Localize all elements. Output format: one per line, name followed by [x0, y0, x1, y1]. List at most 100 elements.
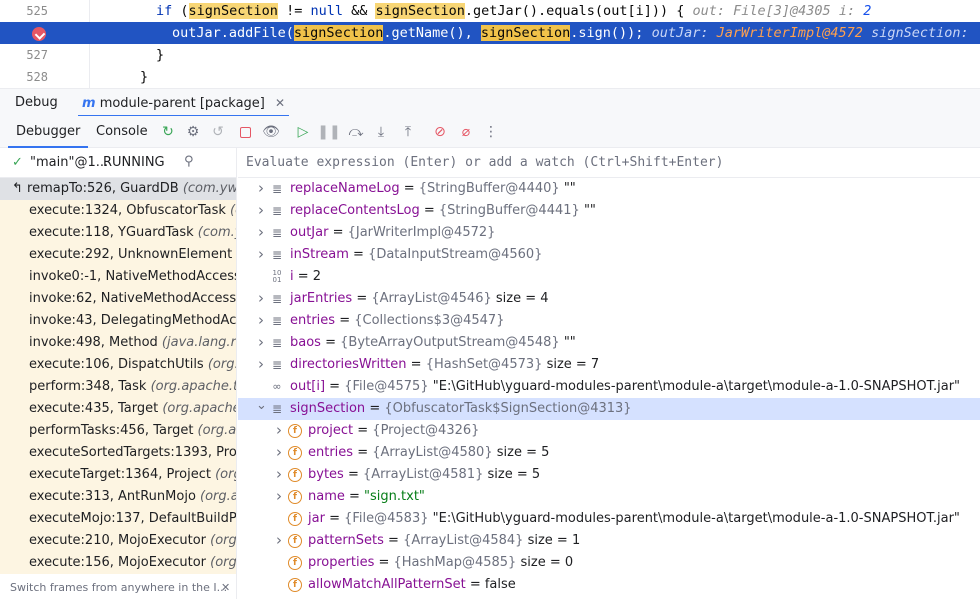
object-icon: ≣: [271, 314, 283, 328]
chevron-right-icon[interactable]: ›: [256, 222, 266, 244]
stack-frame[interactable]: execute:106, DispatchUtils (org.a: [0, 354, 236, 376]
pause-icon[interactable]: ❚❚: [317, 123, 340, 141]
restart-icon[interactable]: ↺: [209, 123, 227, 141]
inline-hint-value: JarWriterImpl@4572: [716, 25, 863, 41]
chevron-right-icon[interactable]: ›: [256, 310, 266, 332]
stack-frame[interactable]: ↰ remapTo:526, GuardDB (com.ywo: [0, 178, 236, 200]
evaluate-expression-input[interactable]: Evaluate expression (Enter) or add a wat…: [238, 148, 980, 178]
inline-hint-name: i:: [838, 3, 856, 19]
field-icon: f: [288, 512, 302, 526]
code-line[interactable]: 528 }: [0, 66, 980, 88]
variable-row[interactable]: ∞ out[i] = {File@4575} "E:\GitHub\yguard-…: [238, 376, 980, 398]
field-icon: f: [288, 490, 302, 504]
stack-frame[interactable]: executeMojo:137, DefaultBuildPlu: [0, 508, 236, 530]
step-over-icon[interactable]: ⤼: [347, 123, 365, 141]
variable-row[interactable]: › ≣ entries = {Collections$3@4547}: [238, 310, 980, 332]
frame-location: execute:118, YGuardTask: [29, 225, 198, 240]
edit-config-icon[interactable]: ⚙: [184, 123, 202, 141]
more-icon[interactable]: ⋮: [482, 123, 500, 141]
stack-frame[interactable]: perform:348, Task (org.apache.to: [0, 376, 237, 398]
inline-hint-value: File[3]@4305: [733, 3, 831, 19]
close-icon[interactable]: ✕: [275, 96, 285, 110]
chevron-right-icon[interactable]: ›: [256, 178, 266, 200]
inline-hint-name: out:: [692, 3, 725, 19]
stack-frame[interactable]: execute:118, YGuardTask (com.yw: [0, 222, 236, 244]
filter-icon[interactable]: ⚲: [184, 154, 194, 169]
variable-row[interactable]: › f patternSets = {ArrayList@4584} size = …: [238, 530, 980, 552]
stack-frame[interactable]: invoke:62, NativeMethodAccesso: [0, 288, 236, 310]
thread-selector[interactable]: ✓ "main"@1... RUNNING ⚲: [0, 148, 236, 178]
variable-name: outJar: [290, 225, 329, 240]
current-execution-line[interactable]: outJar.addFile(signSection.getName(), si…: [0, 22, 980, 44]
variable-row[interactable]: › f project = {Project@4326}: [238, 420, 980, 442]
rerun-icon[interactable]: ↻: [159, 123, 177, 141]
watch-icon: ∞: [272, 380, 282, 393]
stack-frame[interactable]: invoke0:-1, NativeMethodAccess: [0, 266, 236, 288]
code-editor[interactable]: 525 if (signSection != null && signSecti…: [0, 0, 980, 88]
chevron-right-icon[interactable]: ›: [256, 200, 266, 222]
variable-row[interactable]: › ≣ inStream = {DataInputStream@4560}: [238, 244, 980, 266]
close-icon[interactable]: ✕: [221, 577, 230, 599]
variable-row[interactable]: › f bytes = {ArrayList@4581} size = 5: [238, 464, 980, 486]
variable-row[interactable]: f allowMatchAllPatternSet = false: [238, 574, 980, 596]
frame-package: (org.apache.to: [150, 379, 237, 394]
object-icon: ≣: [271, 226, 283, 240]
resume-icon[interactable]: ▷: [294, 123, 312, 141]
variable-type: {ByteArrayOutputStream@4548}: [340, 335, 560, 350]
stack-frame[interactable]: execute:435, Target (org.apache.: [0, 398, 236, 420]
chevron-right-icon[interactable]: ›: [256, 332, 266, 354]
variable-row[interactable]: › ≣ baos = {ByteArrayOutputStream@4548} "": [238, 332, 980, 354]
inline-hint-name: outJar:: [651, 25, 709, 41]
stack-frame[interactable]: execute:292, UnknownElement (: [0, 244, 236, 266]
chevron-right-icon[interactable]: ›: [256, 288, 266, 310]
variable-row[interactable]: 10 01 i = 2: [238, 266, 980, 288]
variable-row[interactable]: › ≣ replaceContentsLog = {StringBuffer@444…: [238, 200, 980, 222]
variable-row[interactable]: › f entries = {ArrayList@4580} size = 5: [238, 442, 980, 464]
chevron-right-icon[interactable]: ›: [274, 486, 284, 508]
stack-frame[interactable]: execute:156, MojoExecutor (org.a: [0, 552, 236, 574]
stop-icon[interactable]: [236, 123, 254, 141]
frame-location: executeSortedTargets:1393, Proj: [29, 445, 237, 460]
variables-pane: Evaluate expression (Enter) or add a wat…: [238, 148, 980, 599]
step-into-icon[interactable]: ⤓: [372, 123, 390, 141]
frame-package: (org.a: [215, 467, 236, 482]
code-line[interactable]: 525 if (signSection != null && signSecti…: [0, 0, 980, 22]
stack-frame[interactable]: executeSortedTargets:1393, Proj: [0, 442, 237, 464]
chevron-right-icon[interactable]: ›: [256, 244, 266, 266]
variable-row[interactable]: › ≣ directoriesWritten = {HashSet@4573} si…: [238, 354, 980, 376]
breakpoints-icon[interactable]: ⊘: [431, 123, 449, 141]
stack-frame[interactable]: execute:313, AntRunMojo (org.ap: [0, 486, 236, 508]
tab-session-label: module-parent [package]: [99, 96, 265, 111]
variable-value: "": [563, 335, 576, 350]
tab-session[interactable]: m module-parent [package] ✕: [78, 89, 290, 117]
chevron-down-icon[interactable]: ⌄: [256, 398, 267, 420]
stack-frame[interactable]: execute:1324, ObfuscatorTask (c: [0, 200, 236, 222]
variable-row[interactable]: f jar = {File@4583} "E:\GitHub\yguard-mod…: [238, 508, 980, 530]
variable-row[interactable]: ⌄ ≣ signSection = {ObfuscatorTask$SignSect…: [238, 398, 980, 420]
tab-console[interactable]: Console: [96, 116, 148, 148]
mute-breakpoints-icon[interactable]: ⌀: [457, 123, 475, 141]
variable-row[interactable]: f properties = {HashMap@4585} size = 0: [238, 552, 980, 574]
stack-frame[interactable]: execute:210, MojoExecutor (org.a: [0, 530, 236, 552]
variable-row[interactable]: › ≣ outJar = {JarWriterImpl@4572}: [238, 222, 980, 244]
chevron-right-icon[interactable]: ›: [274, 442, 284, 464]
variable-row[interactable]: › ≣ replaceNameLog = {StringBuffer@4440} "…: [238, 178, 980, 200]
chevron-right-icon[interactable]: ›: [274, 464, 284, 486]
stack-frame[interactable]: invoke:43, DelegatingMethodAcce: [0, 310, 236, 332]
stack-frame[interactable]: executeTarget:1364, Project (org.a: [0, 464, 236, 486]
view-breakpoints-icon[interactable]: 👁: [262, 123, 280, 141]
code-line[interactable]: 527 }: [0, 44, 980, 66]
frame-location: performTasks:456, Target: [29, 423, 198, 438]
chevron-right-icon[interactable]: ›: [256, 354, 266, 376]
chevron-right-icon[interactable]: ›: [274, 420, 284, 442]
stack-frame[interactable]: performTasks:456, Target (org.ap: [0, 420, 236, 442]
breakpoint-icon[interactable]: [32, 27, 46, 41]
chevron-right-icon[interactable]: ›: [274, 530, 284, 552]
variable-name: bytes: [308, 467, 344, 482]
variable-row[interactable]: › ≣ jarEntries = {ArrayList@4546} size = 4: [238, 288, 980, 310]
tab-debugger[interactable]: Debugger: [8, 116, 89, 148]
stack-frame[interactable]: invoke:498, Method (java.lang.re: [0, 332, 236, 354]
variable-row[interactable]: › f name = "sign.txt": [238, 486, 980, 508]
step-out-icon[interactable]: ⤒: [399, 123, 417, 141]
inline-hint-value: 2: [863, 3, 872, 19]
